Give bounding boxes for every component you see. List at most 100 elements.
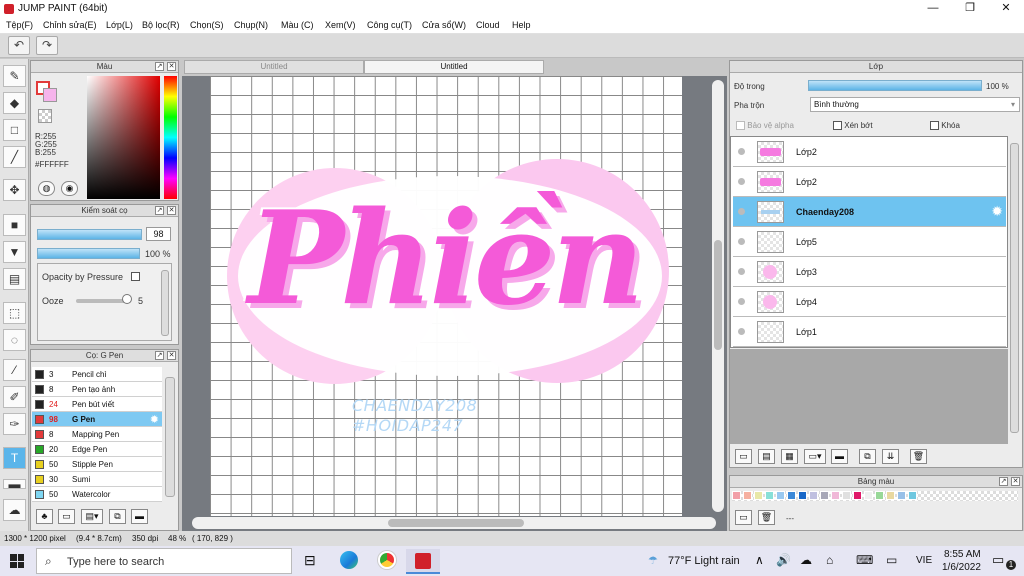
menu-filter[interactable]: Bộ lọc(R) [142, 20, 180, 30]
tab-untitled-1[interactable]: Untitled [184, 60, 364, 74]
menu-color[interactable]: Màu (C) [281, 20, 314, 30]
close-icon[interactable]: ✕ [167, 206, 176, 215]
menu-tools[interactable]: Công cụ(T) [367, 20, 412, 30]
vertical-scroll-thumb[interactable] [714, 240, 722, 350]
layer-duplicate-icon[interactable]: ⧉ [859, 449, 876, 464]
palette-swatch[interactable] [886, 491, 895, 500]
network-icon[interactable]: ⌂ [826, 553, 833, 567]
opacity-bar[interactable] [37, 248, 140, 259]
horizontal-scrollbar[interactable] [192, 517, 716, 529]
clock-date[interactable]: 1/6/2022 [942, 562, 981, 573]
palette-swatch[interactable] [765, 491, 774, 500]
gradient-tool-icon[interactable]: ▤ [3, 268, 26, 290]
gear-icon[interactable]: ✹ [991, 203, 1003, 220]
visibility-icon[interactable] [738, 178, 745, 185]
select-rect-icon[interactable]: ⬚ [3, 302, 26, 324]
bucket-tool-icon[interactable]: ▼ [3, 241, 26, 263]
hue-slider[interactable] [164, 76, 177, 199]
select-eraser-icon[interactable]: ✑ [3, 413, 26, 435]
menu-help[interactable]: Help [512, 20, 531, 30]
move-tool-icon[interactable]: ✥ [3, 179, 26, 201]
notification-icon[interactable]: ▭ [992, 552, 1004, 568]
palette-swatch[interactable] [798, 491, 807, 500]
layer-row[interactable]: Lớp2 [733, 137, 1006, 167]
menu-capture[interactable]: Chụp(N) [234, 20, 268, 30]
monitor-icon[interactable]: ▭ [886, 553, 897, 567]
float-icon[interactable]: ↗ [155, 206, 164, 215]
select-pen-icon[interactable]: ✐ [3, 386, 26, 408]
drawing-canvas[interactable]: Phiền CHAENDAY208 #HOIDAP247 [210, 76, 682, 516]
windows-start-icon[interactable] [10, 554, 24, 568]
palette-swatch[interactable] [787, 491, 796, 500]
lasso-tool-icon[interactable]: ◌ [3, 329, 26, 351]
close-icon[interactable]: ✕ [167, 351, 176, 360]
wand-tool-icon[interactable]: ⁄ [3, 359, 26, 381]
language-indicator[interactable]: VIE [916, 555, 932, 566]
cloud-icon[interactable]: ☁ [800, 553, 812, 567]
palette-swatch[interactable] [809, 491, 818, 500]
layer-row[interactable]: Lớp1 [733, 317, 1006, 347]
menu-cloud[interactable]: Cloud [476, 20, 500, 30]
palette-swatch[interactable] [908, 491, 917, 500]
visibility-icon[interactable] [738, 238, 745, 245]
palette-swatch[interactable] [820, 491, 829, 500]
layer-list-scrollbar[interactable] [1010, 143, 1019, 433]
jump-paint-taskbar-button[interactable] [406, 549, 440, 574]
new-layer-copy-icon[interactable]: ▦ [781, 449, 798, 464]
clipping-checkbox[interactable] [833, 121, 842, 131]
visibility-icon[interactable] [738, 268, 745, 275]
color-picker-icon[interactable]: ◉ [61, 181, 78, 196]
float-icon[interactable]: ↗ [999, 477, 1008, 486]
brush-row[interactable]: 50 Watercolor [32, 487, 162, 502]
ooze-slider-knob[interactable] [122, 294, 132, 304]
layer-row[interactable]: Lớp2 [733, 167, 1006, 197]
line-tool-icon[interactable]: ╱ [3, 146, 26, 168]
float-icon[interactable]: ↗ [155, 351, 164, 360]
new-layer-icon[interactable]: ▭ [735, 449, 752, 464]
palette-delete-icon[interactable]: 🗑 [758, 510, 775, 525]
brush-copy-icon[interactable]: ⧉ [109, 509, 126, 524]
palette-swatch[interactable] [853, 491, 862, 500]
eraser-tool-icon[interactable]: ◆ [3, 92, 26, 114]
visibility-icon[interactable] [738, 208, 745, 215]
undo-button[interactable]: ↶ [8, 36, 30, 55]
edge-icon[interactable] [340, 551, 358, 569]
protect-alpha-checkbox[interactable] [736, 121, 745, 131]
lock-checkbox[interactable] [930, 121, 939, 131]
visibility-icon[interactable] [738, 328, 745, 335]
palette-swatch[interactable] [732, 491, 741, 500]
taskbar-search[interactable]: ⌕ Type here to search [36, 548, 292, 574]
palette-swatch[interactable] [864, 491, 873, 500]
brush-list-scrollbar[interactable] [165, 377, 175, 497]
transparent-swatch[interactable] [38, 109, 52, 123]
layer-row[interactable]: Lớp3 [733, 257, 1006, 287]
layer-delete-icon[interactable]: 🗑 [910, 449, 927, 464]
palette-swatch[interactable] [842, 491, 851, 500]
vertical-scrollbar[interactable] [712, 80, 724, 512]
weather-text[interactable]: 77°F Light rain [668, 555, 740, 567]
visibility-icon[interactable] [738, 298, 745, 305]
clipping-option[interactable]: Xén bớt [833, 121, 873, 131]
brush-menu-icon[interactable]: ▤▾ [81, 509, 103, 524]
horizontal-scroll-thumb[interactable] [388, 519, 524, 527]
close-button[interactable]: ✕ [989, 0, 1023, 18]
visibility-icon[interactable] [738, 148, 745, 155]
palette-swatch[interactable] [831, 491, 840, 500]
palette-swatch[interactable] [743, 491, 752, 500]
close-icon[interactable]: ✕ [1011, 477, 1020, 486]
minimize-button[interactable]: — [916, 0, 950, 18]
size-field[interactable]: 98 [146, 227, 171, 241]
layer-menu-icon[interactable]: ▭▾ [804, 449, 826, 464]
brush-row[interactable]: 8 Pen tạo ảnh [32, 382, 162, 397]
size-bar[interactable] [37, 229, 142, 240]
chrome-icon[interactable] [378, 551, 396, 569]
brush-row[interactable]: 20 Edge Pen [32, 442, 162, 457]
opacity-pressure-checkbox[interactable] [131, 272, 140, 282]
brush-tool-icon[interactable]: ✎ [3, 65, 26, 87]
brush-row[interactable]: 30 Sumi [32, 472, 162, 487]
brush-folder-icon[interactable]: ▬ [131, 509, 148, 524]
close-icon[interactable]: ✕ [167, 62, 176, 71]
color-wheel-icon[interactable]: ◍ [38, 181, 55, 196]
options-scrollbar[interactable] [161, 270, 169, 336]
keyboard-icon[interactable]: ⌨ [856, 553, 873, 567]
